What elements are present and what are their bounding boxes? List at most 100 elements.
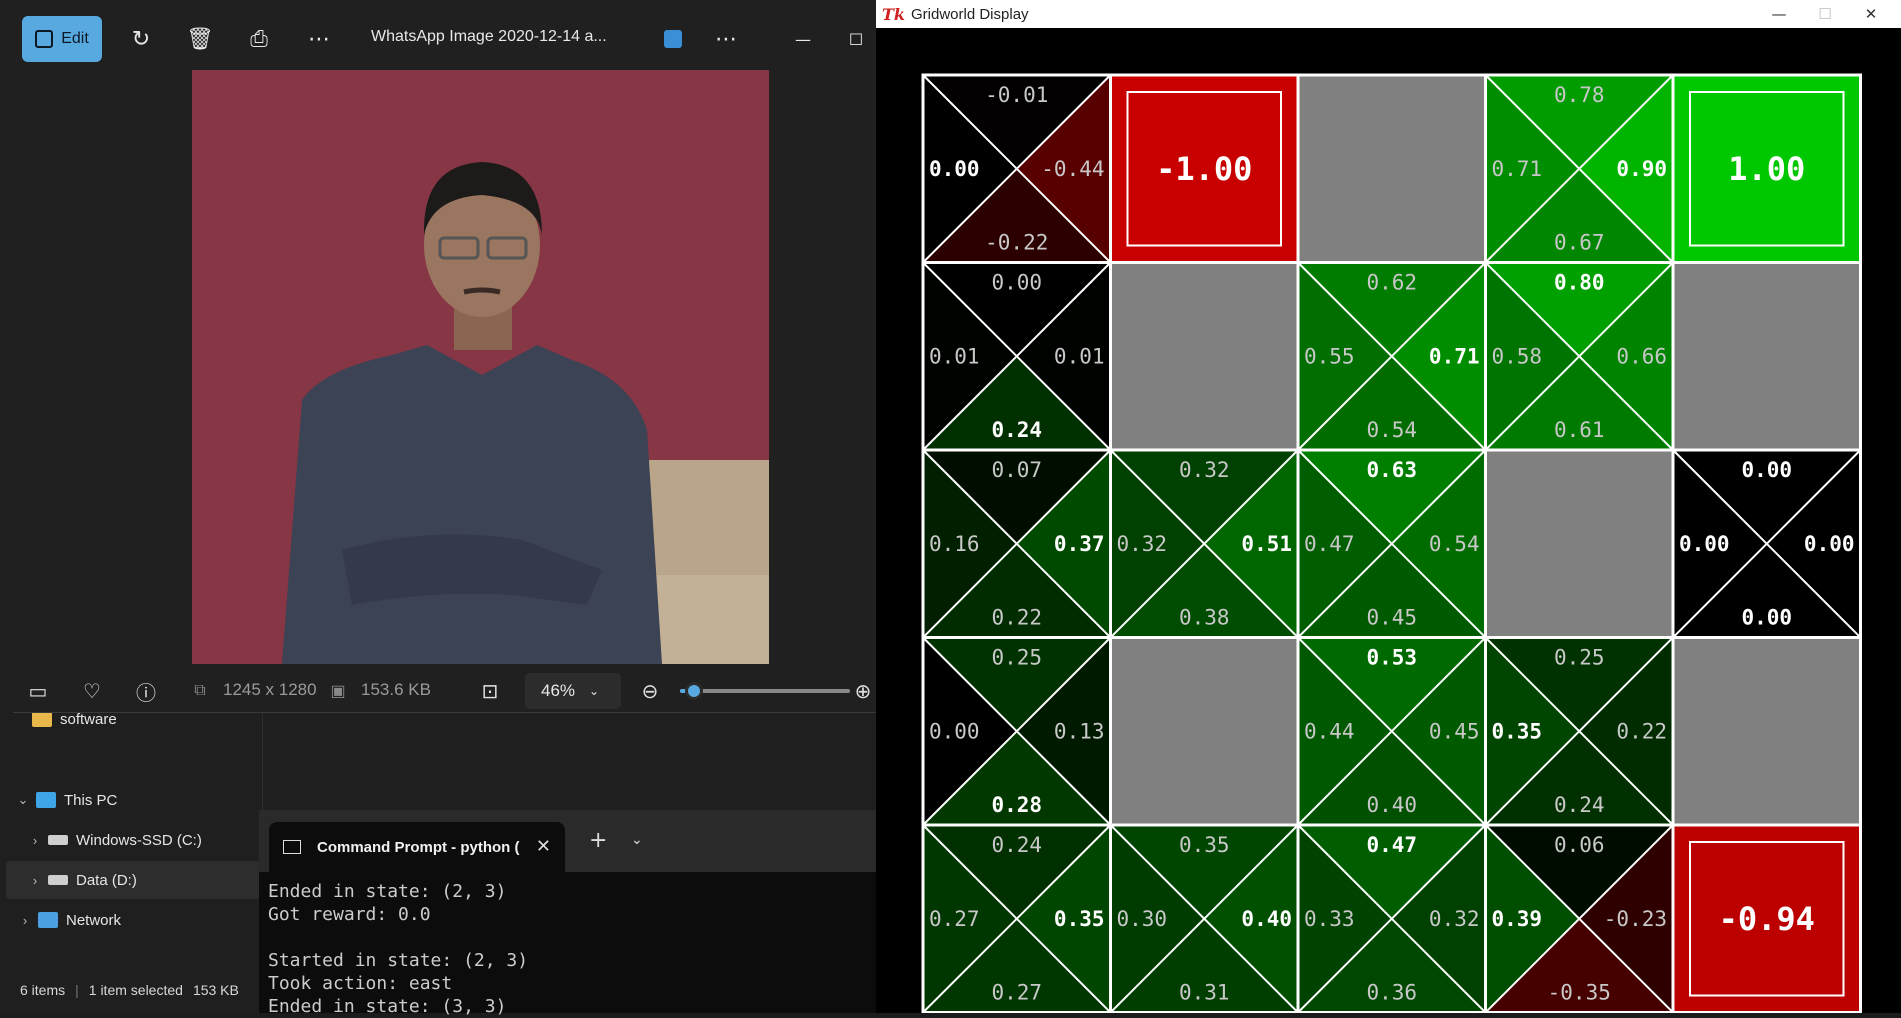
nav-item-data-d[interactable]: › Data (D:) xyxy=(6,861,262,899)
selection-count: 1 item selected xyxy=(88,982,183,998)
window-title: Gridworld Display xyxy=(911,5,1029,23)
nav-item-this-pc[interactable]: ⌄ This PC xyxy=(14,781,118,819)
console-line: Ended in state: (3, 3) xyxy=(268,996,507,1017)
fit-to-window-button[interactable]: ⊡ xyxy=(477,678,503,704)
q-value-west: 0.01 xyxy=(929,344,980,368)
fit-icon: ⊡ xyxy=(481,680,499,703)
file-size: 153.6 KB xyxy=(361,680,431,699)
chevron-down-icon[interactable]: ⌄ xyxy=(14,792,32,808)
more-options-button[interactable]: ⋯ xyxy=(299,16,339,62)
q-value-east: 0.51 xyxy=(1241,532,1292,556)
q-value-west: 0.00 xyxy=(929,157,980,181)
q-value-south: 0.31 xyxy=(1179,981,1230,1005)
zoom-dropdown[interactable]: 46% ⌄ xyxy=(525,673,621,709)
close-tab-icon[interactable]: ✕ xyxy=(536,836,551,857)
minimize-button[interactable]: — xyxy=(783,16,823,62)
terminal-tab[interactable]: Command Prompt - python ( ✕ xyxy=(269,822,565,872)
q-value-north: 0.80 xyxy=(1554,271,1605,295)
q-value-west: 0.35 xyxy=(1492,719,1543,743)
q-value-east: -0.44 xyxy=(1041,157,1104,181)
nav-item-label: Data (D:) xyxy=(76,871,137,889)
minimize-icon: — xyxy=(795,29,811,49)
q-value-south: 0.67 xyxy=(1554,231,1605,255)
edit-with-paint-button[interactable] xyxy=(653,16,693,62)
terminal-tab-title: Command Prompt - python ( xyxy=(317,838,520,856)
tab-dropdown-button[interactable]: ⌄ xyxy=(631,832,643,848)
dimensions-icon: ⧉ xyxy=(194,682,206,699)
minimize-button[interactable]: — xyxy=(1756,0,1802,28)
q-value-east: 0.00 xyxy=(1804,532,1855,556)
q-value-east: 0.71 xyxy=(1429,344,1480,368)
nav-item-network[interactable]: › Network xyxy=(16,901,121,939)
nav-item-label: software xyxy=(60,710,117,728)
q-value-south: 0.24 xyxy=(991,418,1042,442)
zoom-in-button[interactable]: ⊕ xyxy=(853,678,873,704)
zoom-in-icon: ⊕ xyxy=(854,680,872,703)
chevron-right-icon[interactable]: › xyxy=(26,833,44,848)
terminal-tab-bar: Command Prompt - python ( ✕ + ⌄ xyxy=(259,810,876,872)
q-value-east: 0.13 xyxy=(1054,719,1105,743)
delete-button[interactable]: 🗑 xyxy=(180,16,220,62)
q-value-south: 0.22 xyxy=(991,606,1042,630)
more-actions-button[interactable]: ⋯ xyxy=(706,16,746,62)
q-value-north: 0.24 xyxy=(991,833,1042,857)
new-tab-button[interactable]: + xyxy=(589,828,607,853)
close-button[interactable]: ✕ xyxy=(1848,0,1894,28)
filmstrip-button[interactable]: ▭ xyxy=(25,678,51,704)
q-value-south: 0.38 xyxy=(1179,606,1230,630)
console-output[interactable]: Ended in state: (2, 3) Got reward: 0.0 Sta… xyxy=(259,872,876,1018)
q-value-east: 0.45 xyxy=(1429,719,1480,743)
edit-button[interactable]: Edit xyxy=(22,16,102,62)
wall-cell xyxy=(1484,448,1675,639)
q-value-south: 0.24 xyxy=(1554,793,1605,817)
q-value-south: -0.35 xyxy=(1548,981,1611,1005)
more-icon: ⋯ xyxy=(308,26,330,52)
q-value-east: -0.23 xyxy=(1604,907,1667,931)
q-value-south: 0.36 xyxy=(1366,981,1417,1005)
q-value-north: 0.32 xyxy=(1179,458,1230,482)
maximize-icon: ☐ xyxy=(848,29,864,49)
zoom-slider[interactable] xyxy=(680,682,850,700)
heart-icon: ♡ xyxy=(83,680,101,703)
q-value-east: 0.90 xyxy=(1616,157,1667,181)
terminal-icon xyxy=(283,840,301,854)
q-value-north: 0.35 xyxy=(1179,833,1230,857)
q-value-west: 0.32 xyxy=(1117,532,1168,556)
zoom-out-button[interactable]: ⊖ xyxy=(637,678,663,704)
chevron-right-icon[interactable]: › xyxy=(26,873,44,888)
print-button[interactable]: ⎙ xyxy=(239,16,279,62)
item-count: 6 items xyxy=(20,982,66,998)
maximize-icon: ☐ xyxy=(1818,5,1832,23)
edit-image-icon xyxy=(35,30,54,48)
q-value-west: 0.39 xyxy=(1492,907,1543,931)
q-value-east: 0.66 xyxy=(1616,344,1667,368)
q-value-east: 0.54 xyxy=(1429,532,1480,556)
q-value-west: 0.47 xyxy=(1304,532,1355,556)
nav-item-label: Network xyxy=(66,911,122,929)
q-value-west: 0.58 xyxy=(1492,344,1543,368)
q-value-south: 0.28 xyxy=(991,793,1042,817)
favorite-button[interactable]: ♡ xyxy=(79,678,105,704)
q-value-south: 0.40 xyxy=(1366,793,1417,817)
file-info-button[interactable]: ⓘ xyxy=(133,678,159,705)
console-line: Started in state: (2, 3) xyxy=(268,950,529,971)
network-icon xyxy=(38,912,58,928)
close-icon: ✕ xyxy=(1864,5,1878,23)
maximize-button[interactable]: ☐ xyxy=(1802,0,1848,28)
terminal-value: -1.00 xyxy=(1156,150,1252,188)
q-value-east: 0.01 xyxy=(1054,344,1105,368)
chevron-right-icon[interactable]: › xyxy=(16,913,34,928)
q-value-north: 0.53 xyxy=(1366,646,1417,670)
q-value-east: 0.22 xyxy=(1616,719,1667,743)
maximize-button[interactable]: ☐ xyxy=(836,16,876,62)
photo-image[interactable] xyxy=(192,70,769,664)
zoom-slider-thumb[interactable] xyxy=(684,682,703,700)
q-value-north: -0.01 xyxy=(985,83,1048,107)
q-value-north: 0.63 xyxy=(1366,458,1417,482)
image-dimensions: 1245 x 1280 xyxy=(223,680,317,699)
computer-icon xyxy=(36,792,56,808)
rotate-button[interactable]: ↻ xyxy=(121,16,161,62)
rotate-icon: ↻ xyxy=(131,26,151,52)
nav-item-windows-ssd[interactable]: › Windows-SSD (C:) xyxy=(26,821,202,859)
